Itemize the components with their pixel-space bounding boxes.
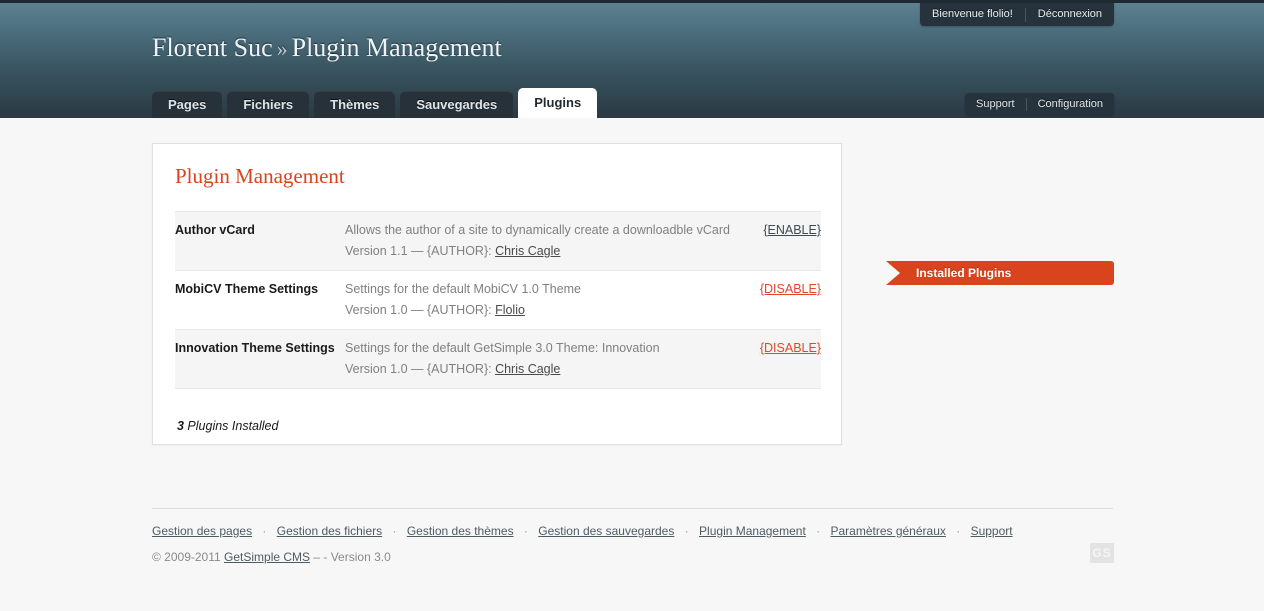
page-name: Plugin Management [291,33,502,62]
support-link[interactable]: Support [965,93,1026,115]
footer-link-plugin-management[interactable]: Plugin Management [699,524,806,538]
footer-link-fichiers[interactable]: Gestion des fichiers [277,524,382,538]
tab-plugins[interactable]: Plugins [518,88,598,118]
plugin-count-number: 3 [177,419,184,433]
sidebar: Installed Plugins [886,261,1114,285]
site-name: Florent Suc [152,33,273,62]
plugin-action-cell: {ENABLE} [731,211,821,271]
getsimple-cms-link[interactable]: GetSimple CMS [224,550,310,564]
getsimple-logo: GS [1090,543,1114,563]
copyright-prefix: © 2009-2011 [152,550,225,564]
top-utility-bar: Bienvenue flolio! Déconnexion [920,3,1114,26]
footer-copyright: © 2009-2011 GetSimple CMS – - Version 3.… [152,550,391,564]
plugin-name: Author vCard [175,211,345,271]
main-navigation: Pages Fichiers Thèmes Sauvegardes Plugin… [0,88,1264,118]
plugin-version: Version 1.0 — {AUTHOR}: [345,362,496,376]
plugin-management-panel: Plugin Management Author vCard Allows th… [152,143,842,445]
title-separator: » [276,36,288,61]
plugin-disable-link[interactable]: {DISABLE} [760,341,821,355]
plugin-disable-link[interactable]: {DISABLE} [760,282,821,296]
table-row: Innovation Theme Settings Settings for t… [175,329,821,389]
plugin-details: Settings for the default MobiCV 1.0 Them… [345,270,731,330]
plugin-action-cell: {DISABLE} [731,329,821,389]
plugin-version: Version 1.1 — {AUTHOR}: [345,244,496,258]
plugin-author-link[interactable]: Chris Cagle [495,244,560,258]
footer-separator: · [523,524,528,538]
footer-link-pages[interactable]: Gestion des pages [152,524,252,538]
tab-sauvegardes[interactable]: Sauvegardes [400,91,514,118]
welcome-label: Bienvenue flolio! [932,8,1013,20]
copyright-suffix: – - Version 3.0 [310,550,391,564]
plugin-count: 3 Plugins Installed [177,419,841,433]
plugin-details: Settings for the default GetSimple 3.0 T… [345,329,731,389]
plugin-version: Version 1.0 — {AUTHOR}: [345,303,496,317]
footer-separator: · [684,524,689,538]
footer-links: Gestion des pages · Gestion des fichiers… [152,524,1013,538]
nav-tabs: Pages Fichiers Thèmes Sauvegardes Plugin… [152,88,598,118]
table-row: MobiCV Theme Settings Settings for the d… [175,270,821,330]
plugin-details: Allows the author of a site to dynamical… [345,211,731,271]
footer-separator: · [262,524,267,538]
footer-link-themes[interactable]: Gestion des thèmes [407,524,514,538]
plugin-version-line: Version 1.0 — {AUTHOR}: Chris Cagle [345,362,731,376]
footer-link-parametres[interactable]: Paramètres généraux [830,524,945,538]
panel-heading: Plugin Management [175,164,345,188]
table-row: Author vCard Allows the author of a site… [175,211,821,271]
plugin-name: Innovation Theme Settings [175,329,345,389]
footer-link-support[interactable]: Support [971,524,1013,538]
plugin-description: Allows the author of a site to dynamical… [345,223,730,237]
footer-separator: · [956,524,961,538]
page-body: Plugin Management Author vCard Allows th… [0,118,1264,611]
plugin-description: Settings for the default MobiCV 1.0 Them… [345,282,582,296]
nav-secondary-links: Support Configuration [965,93,1114,115]
plugin-version-line: Version 1.0 — {AUTHOR}: Flolio [345,303,731,317]
page-title: Florent Suc» Plugin Management [152,33,502,63]
footer-link-sauvegardes[interactable]: Gestion des sauvegardes [538,524,674,538]
plugin-action-cell: {DISABLE} [731,270,821,330]
configuration-link[interactable]: Configuration [1027,93,1114,115]
plugin-author-link[interactable]: Flolio [495,303,525,317]
installed-plugins-badge[interactable]: Installed Plugins [886,261,1114,285]
footer-separator: · [816,524,821,538]
page-header: Bienvenue flolio! Déconnexion Florent Su… [0,0,1264,118]
plugin-name: MobiCV Theme Settings [175,270,345,330]
plugin-count-label: Plugins Installed [183,419,279,433]
plugins-table: Author vCard Allows the author of a site… [175,211,821,389]
footer-separator: · [392,524,397,538]
plugin-enable-link[interactable]: {ENABLE} [763,223,821,237]
plugin-author-link[interactable]: Chris Cagle [495,362,560,376]
footer-divider [152,508,1113,509]
tab-themes[interactable]: Thèmes [314,91,396,118]
plugin-description: Settings for the default GetSimple 3.0 T… [345,341,660,355]
plugin-version-line: Version 1.1 — {AUTHOR}: Chris Cagle [345,244,731,258]
logout-link[interactable]: Déconnexion [1026,3,1114,26]
tab-fichiers[interactable]: Fichiers [227,91,310,118]
tab-pages[interactable]: Pages [152,91,223,118]
